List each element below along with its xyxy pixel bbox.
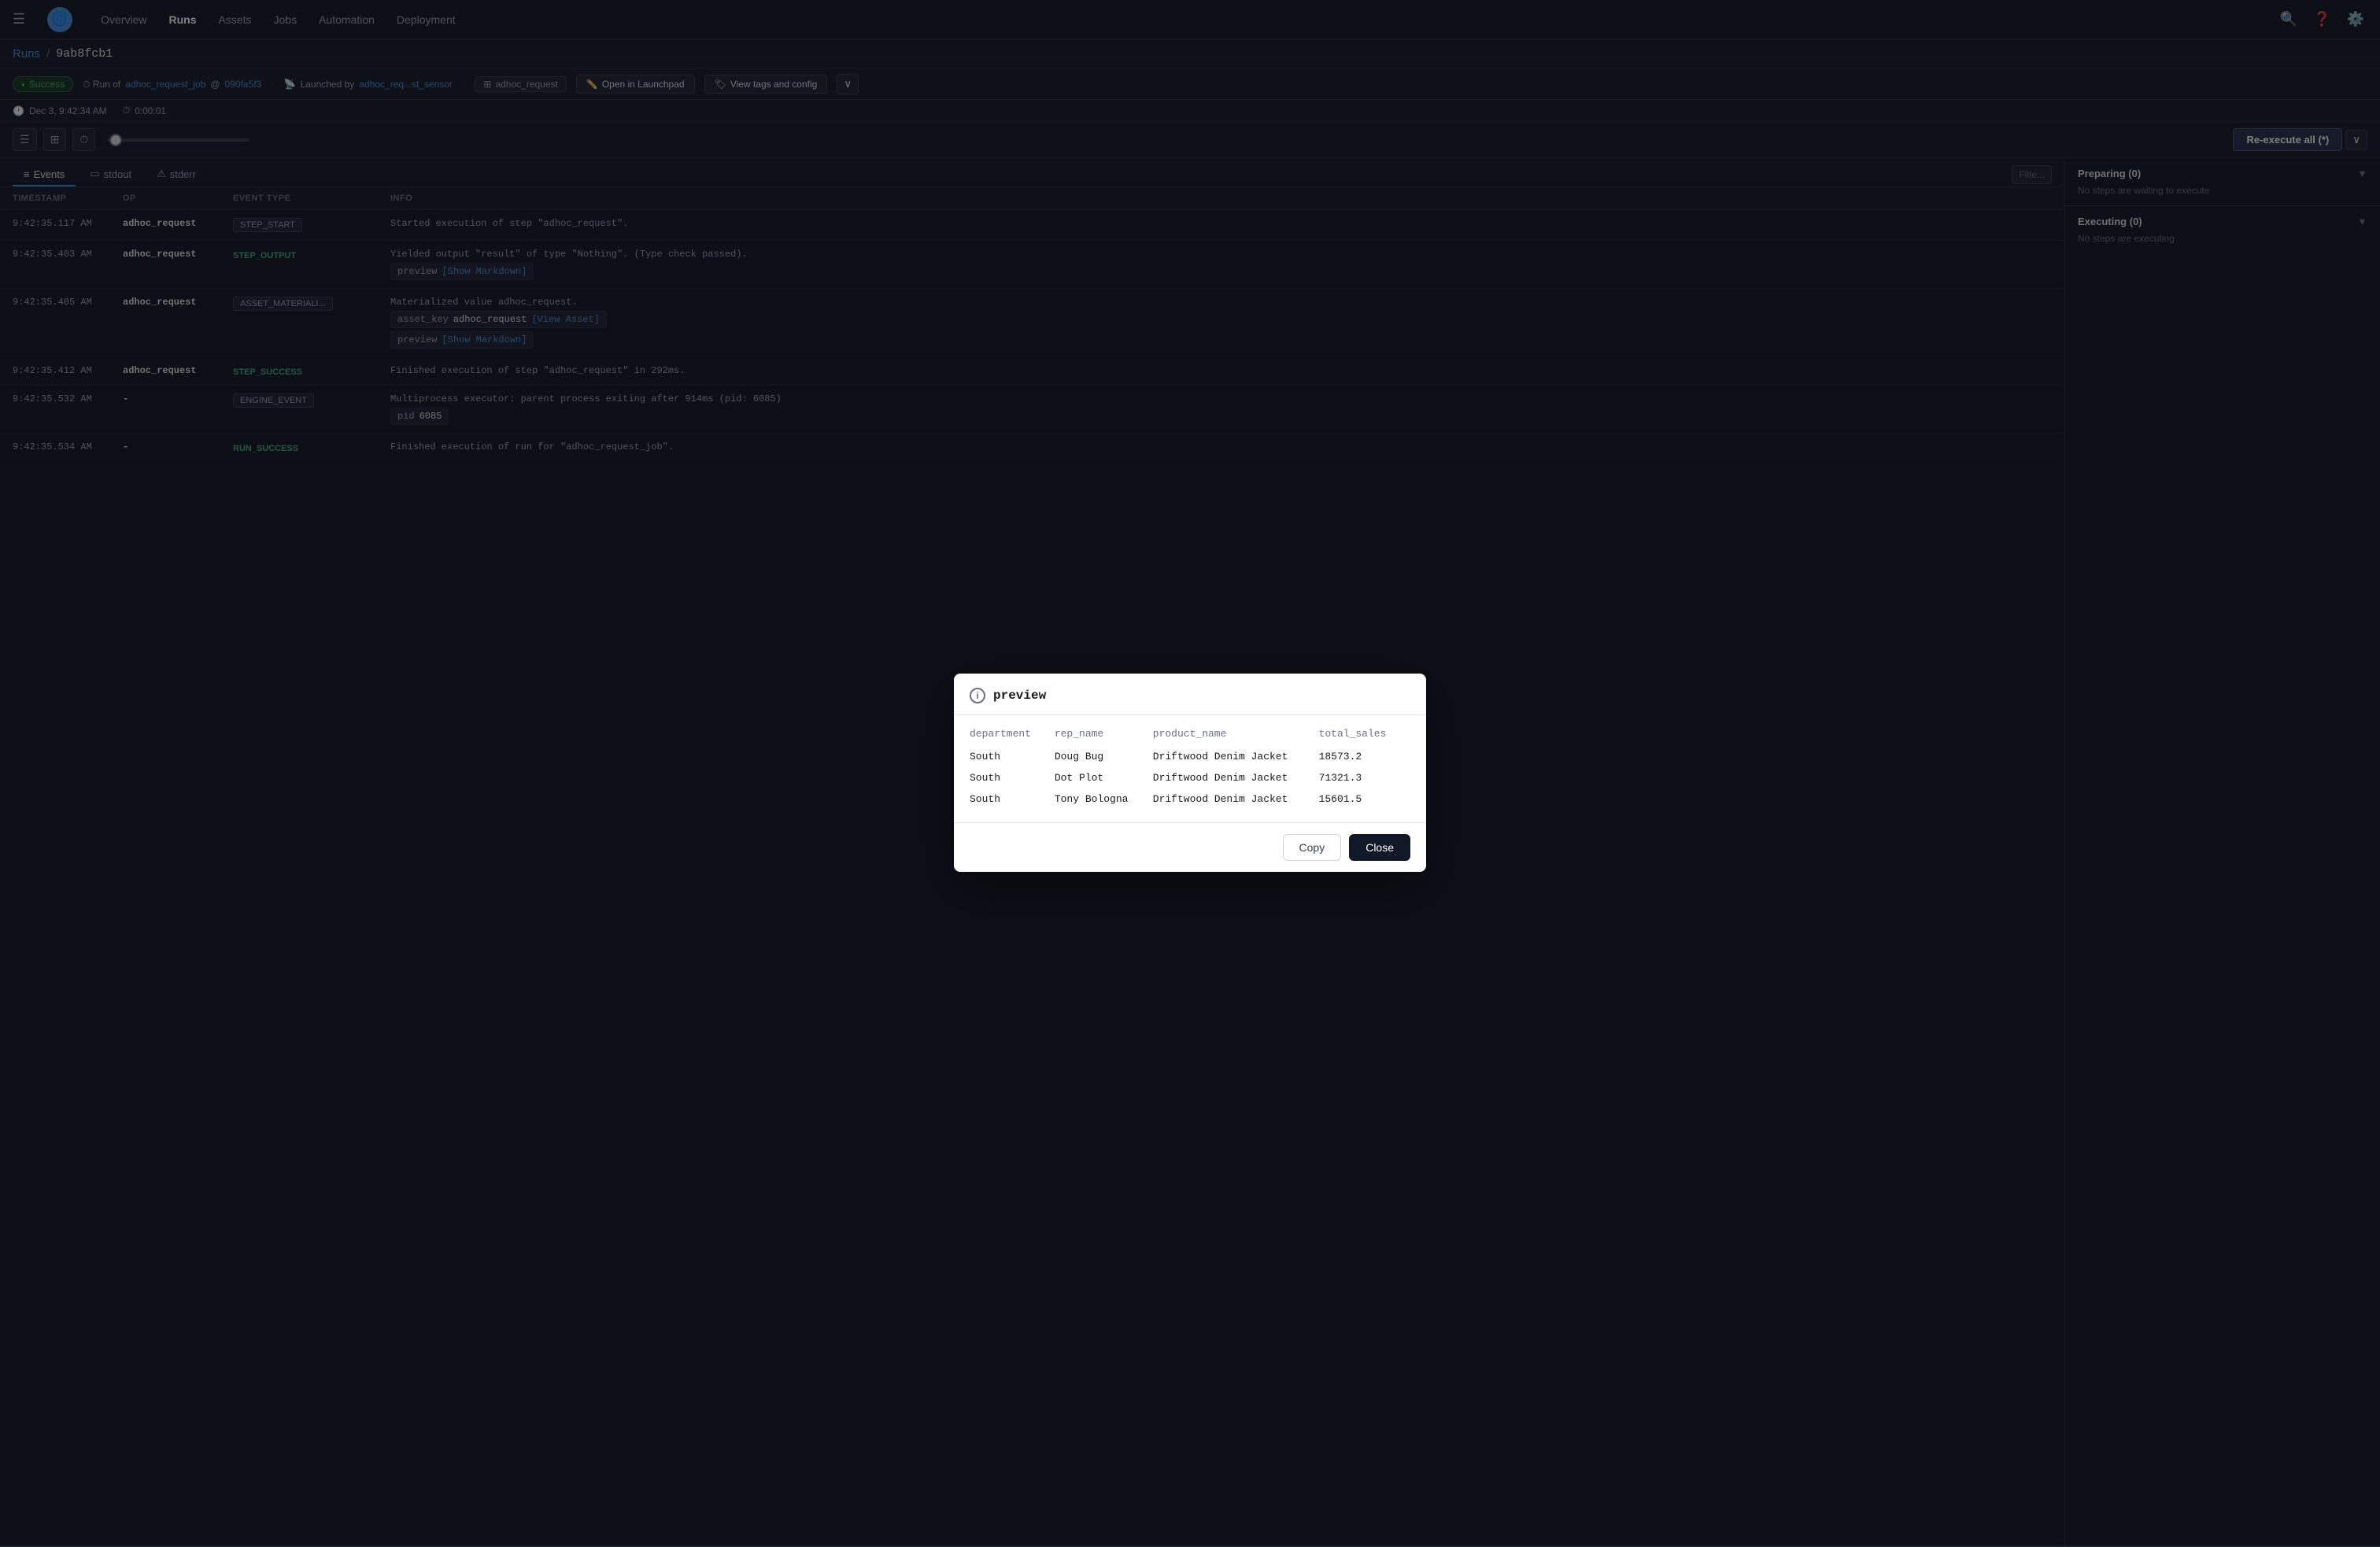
modal-footer: Copy Close xyxy=(954,822,1426,872)
row1-rep-name: Doug Bug xyxy=(1055,746,1153,767)
row3-total-sales: 15601.5 xyxy=(1319,788,1410,810)
row2-department: South xyxy=(970,767,1055,788)
col-product-name: product_name xyxy=(1153,728,1319,746)
row1-total-sales: 18573.2 xyxy=(1319,746,1410,767)
copy-button[interactable]: Copy xyxy=(1283,834,1342,861)
data-table-body: South Doug Bug Driftwood Denim Jacket 18… xyxy=(970,746,1410,810)
modal-info-icon: i xyxy=(970,688,985,703)
row2-product-name: Driftwood Denim Jacket xyxy=(1153,767,1319,788)
modal-overlay[interactable]: i preview department rep_name product_na… xyxy=(0,0,2380,1545)
modal-body: department rep_name product_name total_s… xyxy=(954,715,1426,822)
data-row-3: South Tony Bologna Driftwood Denim Jacke… xyxy=(970,788,1410,810)
data-table-header-row: department rep_name product_name total_s… xyxy=(970,728,1410,746)
data-row-1: South Doug Bug Driftwood Denim Jacket 18… xyxy=(970,746,1410,767)
close-button[interactable]: Close xyxy=(1349,834,1410,861)
modal-header: i preview xyxy=(954,674,1426,715)
row1-product-name: Driftwood Denim Jacket xyxy=(1153,746,1319,767)
data-row-2: South Dot Plot Driftwood Denim Jacket 71… xyxy=(970,767,1410,788)
row2-total-sales: 71321.3 xyxy=(1319,767,1410,788)
row3-product-name: Driftwood Denim Jacket xyxy=(1153,788,1319,810)
preview-modal: i preview department rep_name product_na… xyxy=(954,674,1426,872)
row2-rep-name: Dot Plot xyxy=(1055,767,1153,788)
data-table-head: department rep_name product_name total_s… xyxy=(970,728,1410,746)
modal-title: preview xyxy=(993,689,1046,703)
preview-data-table: department rep_name product_name total_s… xyxy=(970,728,1410,810)
col-department: department xyxy=(970,728,1055,746)
row3-rep-name: Tony Bologna xyxy=(1055,788,1153,810)
col-total-sales: total_sales xyxy=(1319,728,1410,746)
row3-department: South xyxy=(970,788,1055,810)
row1-department: South xyxy=(970,746,1055,767)
col-rep-name: rep_name xyxy=(1055,728,1153,746)
